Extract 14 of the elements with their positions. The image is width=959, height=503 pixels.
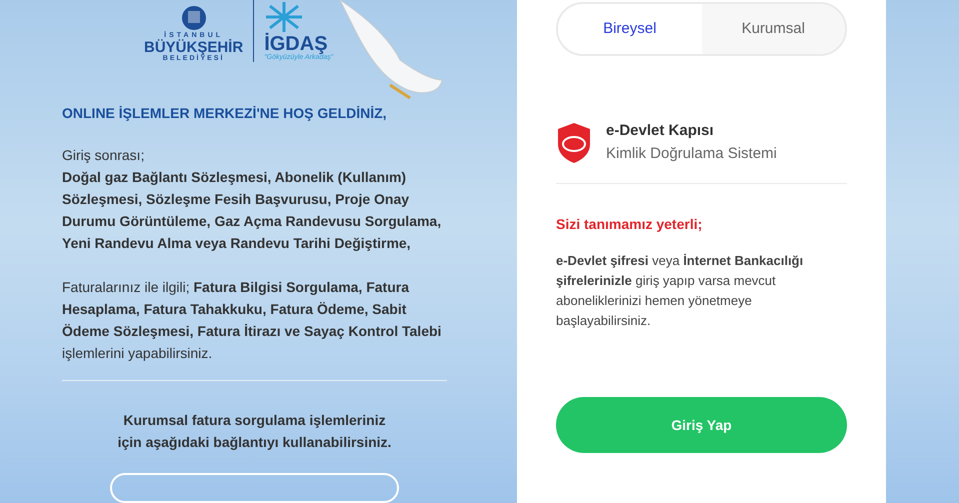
corporate-note: Kurumsal fatura sorgulama işlemleriniz için aşağıdaki bağlantıyı kullanabilirsiniz. xyxy=(116,410,392,452)
info-paragraph: Giriş sonrası; Doğal gaz Bağlantı Sözleşmesi, Abonelik (Kullanım) Sözleşmesi, Sözleşme Fesih Başvurusu, Proje Onay Durumu Görüntüleme, Gaz Açma Randevusu Sorgulama, Yeni Randevu Alma veya Randevu Tarihi Değiştirme, xyxy=(62,146,442,253)
welcome-title: ONLINE İŞLEMLER MERKEZİ'NE HOŞ GELDİNİZ, xyxy=(62,104,388,123)
notice-text: e-Devlet şifresi veya İnternet Bankacılığı şifrelerinizle giriş yapıp varsa mevcut aboneliklerinizi hemen yönetmeye başlayabilirsiniz. xyxy=(556,252,804,330)
notice-heading: Sizi tanımamız yeterli; xyxy=(556,215,704,234)
logo-text: İGDAŞ xyxy=(264,34,328,54)
starburst-icon xyxy=(264,0,304,34)
login-type-tab[interactable]: Kurumsal xyxy=(702,4,845,54)
info-paragraph: Faturalarınız ile ilgili; Fatura Bilgisi Sorgulama, Fatura Hesaplama, Fatura Tahakkuku, Fatura Ödeme, Sabit Ödeme Sözleşmesi, Fatura İtirazı ve Sayaç Kontrol Talebi işlemlerini yapabilirsiniz. xyxy=(62,278,442,363)
logo-text: BÜYÜKŞEHİR xyxy=(144,40,244,55)
corporate-button[interactable] xyxy=(110,472,399,503)
shield-icon xyxy=(556,122,592,164)
provider-title: e-Devlet Kapısı xyxy=(606,121,715,141)
provider-subtitle: Kimlik Doğrulama Sistemi xyxy=(606,144,777,164)
